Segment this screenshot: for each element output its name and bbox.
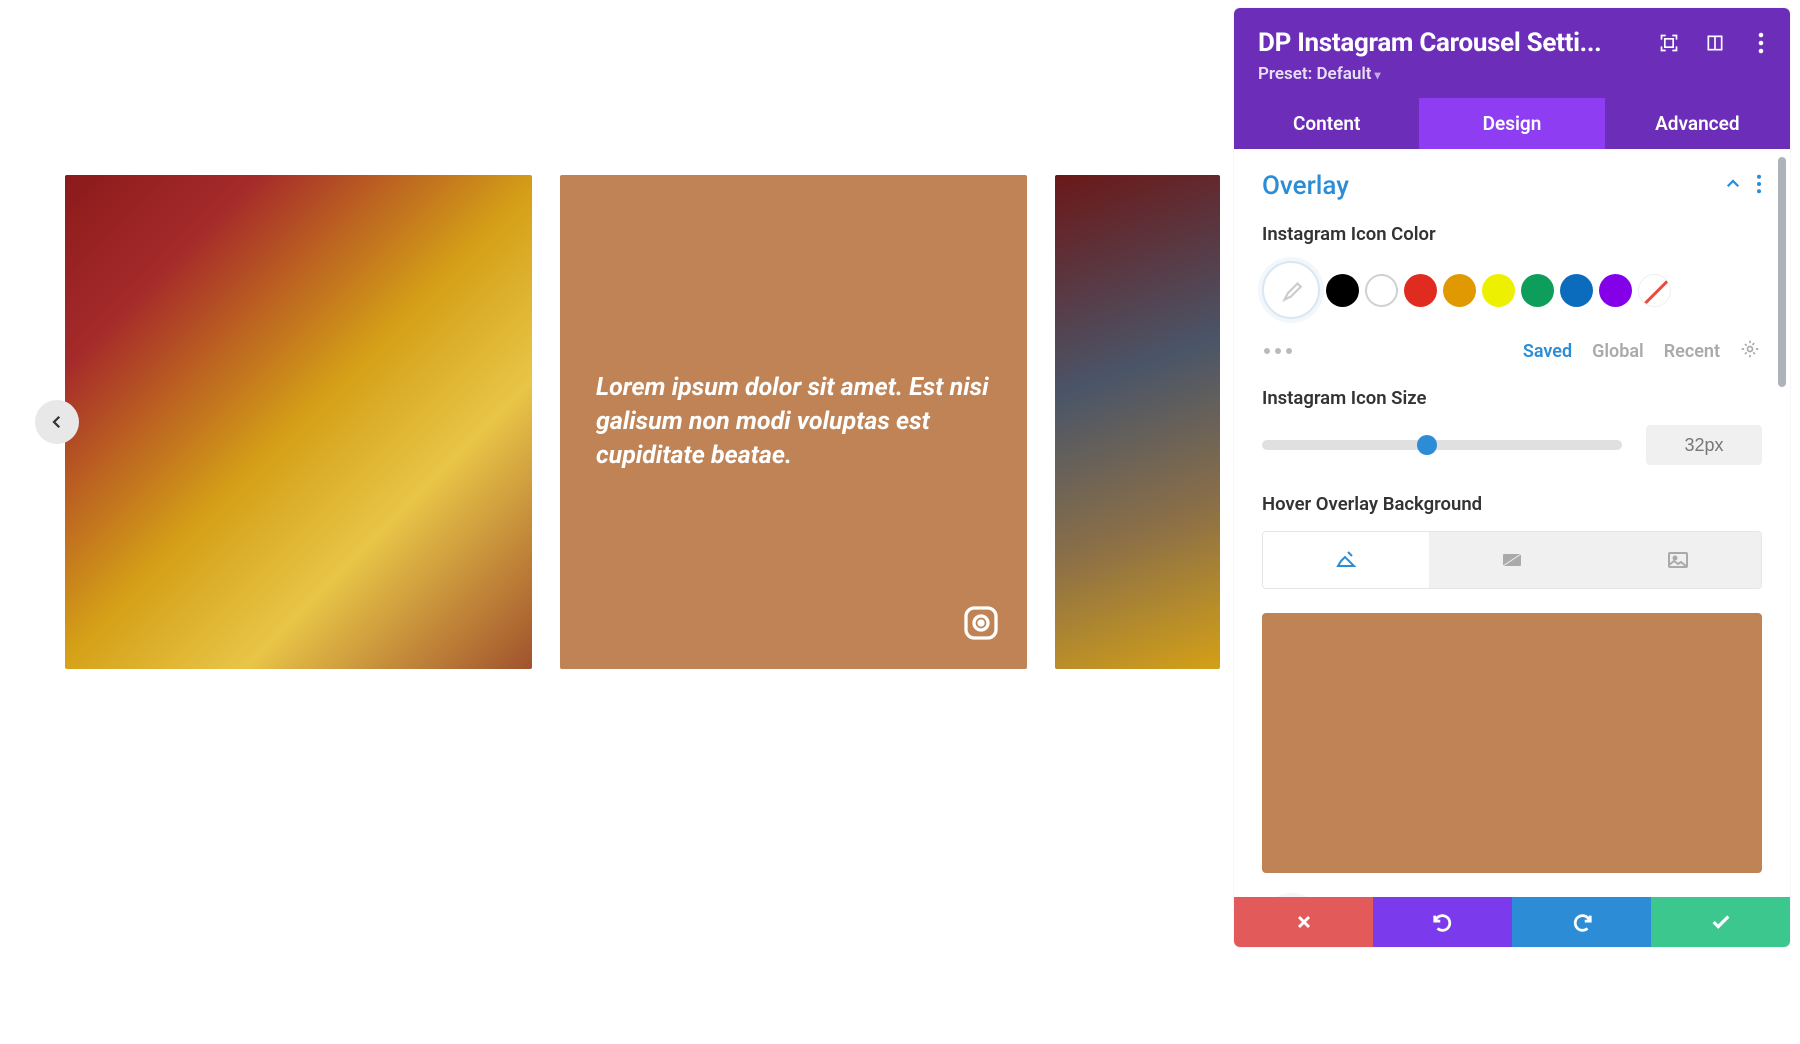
icon-color-swatches	[1262, 261, 1762, 319]
color-swatch[interactable]	[1482, 274, 1515, 307]
settings-panel: DP Instagram Carousel Setti... Preset: D…	[1234, 8, 1790, 947]
instagram-icon	[961, 603, 1001, 643]
panel-tabs: Content Design Advanced	[1234, 98, 1790, 149]
more-menu-icon[interactable]	[1750, 32, 1772, 54]
color-swatch[interactable]	[1404, 274, 1437, 307]
color-swatch[interactable]	[1365, 274, 1398, 307]
columns-icon[interactable]	[1704, 32, 1726, 54]
tab-design[interactable]: Design	[1419, 98, 1604, 149]
redo-button[interactable]	[1512, 897, 1651, 947]
hover-bg-label: Hover Overlay Background	[1262, 493, 1762, 515]
background-type-tabs	[1262, 531, 1762, 589]
collapse-icon[interactable]	[1724, 175, 1742, 197]
tab-advanced[interactable]: Advanced	[1605, 98, 1790, 149]
swatch-tab-recent[interactable]: Recent	[1664, 341, 1720, 362]
overlay-caption: Lorem ipsum dolor sit amet. Est nisi gal…	[596, 371, 991, 472]
icon-size-slider[interactable]	[1262, 440, 1622, 450]
color-swatch[interactable]	[1521, 274, 1554, 307]
icon-color-label: Instagram Icon Color	[1262, 223, 1762, 245]
slider-thumb[interactable]	[1417, 435, 1437, 455]
carousel-slide[interactable]	[1055, 175, 1220, 669]
hover-bg-preview[interactable]	[1262, 613, 1762, 873]
bg-tab-image[interactable]	[1595, 532, 1761, 588]
instagram-carousel: Lorem ipsum dolor sit amet. Est nisi gal…	[65, 175, 1220, 669]
color-swatch[interactable]	[1560, 274, 1593, 307]
icon-size-input[interactable]	[1646, 425, 1762, 465]
undo-button[interactable]	[1373, 897, 1512, 947]
gear-icon[interactable]	[1740, 339, 1760, 363]
section-menu-icon[interactable]	[1756, 174, 1762, 198]
section-title[interactable]: Overlay	[1262, 171, 1349, 201]
color-swatch-none[interactable]	[1638, 274, 1671, 307]
color-swatch[interactable]	[1599, 274, 1632, 307]
save-button[interactable]	[1651, 897, 1790, 947]
scrollbar[interactable]	[1778, 157, 1786, 387]
color-picker-eyedropper[interactable]	[1262, 261, 1320, 319]
expand-icon[interactable]	[1658, 32, 1680, 54]
color-swatch[interactable]	[1443, 274, 1476, 307]
bg-tab-gradient[interactable]	[1429, 532, 1595, 588]
carousel-slide-overlay[interactable]: Lorem ipsum dolor sit amet. Est nisi gal…	[560, 175, 1027, 669]
tab-content[interactable]: Content	[1234, 98, 1419, 149]
preset-selector[interactable]: Preset: Default	[1258, 64, 1766, 84]
action-bar	[1234, 897, 1790, 947]
panel-header: DP Instagram Carousel Setti... Preset: D…	[1234, 8, 1790, 98]
carousel-prev-button[interactable]	[35, 400, 79, 444]
icon-size-label: Instagram Icon Size	[1262, 387, 1762, 409]
swatch-tab-global[interactable]: Global	[1592, 341, 1644, 362]
bg-tab-color[interactable]	[1263, 532, 1429, 588]
cancel-button[interactable]	[1234, 897, 1373, 947]
more-colors-icon[interactable]	[1264, 348, 1292, 354]
carousel-slide[interactable]	[65, 175, 532, 669]
panel-body: Overlay Instagram Icon Color	[1234, 149, 1790, 947]
color-swatch[interactable]	[1326, 274, 1359, 307]
swatch-tab-saved[interactable]: Saved	[1523, 341, 1572, 362]
